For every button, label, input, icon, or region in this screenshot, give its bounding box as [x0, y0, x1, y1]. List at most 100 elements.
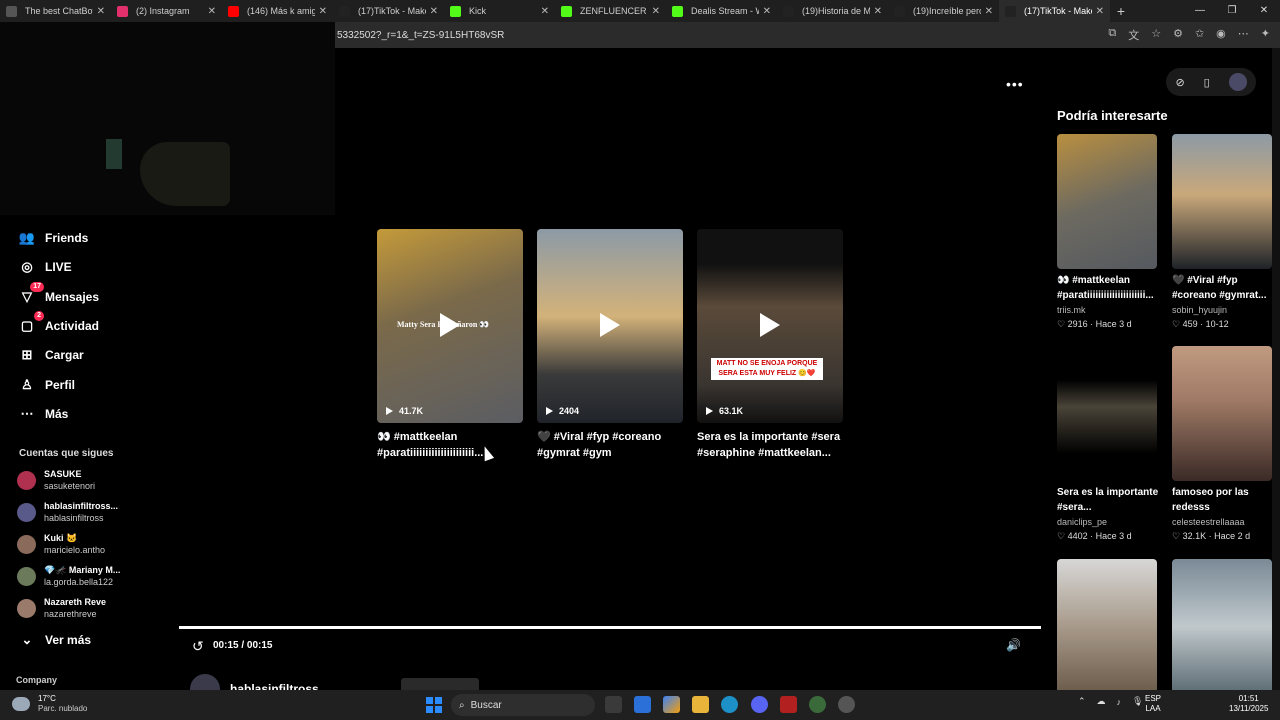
browser-tab[interactable]: The best ChatBot ar ✕ [0, 0, 111, 22]
app-tf-icon[interactable] [780, 696, 797, 713]
sidebar-item-mensajes[interactable]: ▽ 17 Mensajes [18, 282, 99, 306]
minimize-button[interactable]: — [1184, 0, 1216, 22]
see-more-button[interactable]: ⌄ Ver más [18, 631, 92, 649]
extensions-icon[interactable]: ⚙ [1173, 27, 1183, 43]
recommended-item[interactable]: 🖤 #Viral #fyp #coreano #gymrat... sobin_h… [1172, 134, 1273, 331]
replay-icon[interactable]: ↺ [192, 638, 204, 655]
followed-account[interactable]: Kuki 🐱 maricielo.antho [17, 532, 105, 556]
close-tab-icon[interactable]: ✕ [97, 6, 105, 17]
more-options-icon[interactable]: ••• [1006, 76, 1024, 92]
file-explorer-icon[interactable] [692, 696, 709, 713]
discord-icon[interactable] [751, 696, 768, 713]
favorites-icon[interactable]: ✩ [1195, 27, 1204, 43]
close-tab-icon[interactable]: ✕ [1096, 6, 1104, 17]
sidebar-item-live[interactable]: ◎ LIVE [18, 258, 71, 276]
close-tab-icon[interactable]: ✕ [541, 6, 549, 17]
followed-account[interactable]: SASUKE sasuketenori [17, 468, 95, 492]
browser-tab[interactable]: (2) Instagram ✕ [111, 0, 222, 22]
device-icon[interactable]: ▯ [1204, 76, 1210, 89]
play-icon[interactable] [440, 313, 460, 337]
browser-tab[interactable]: ZENFLUENCER Strea ✕ [555, 0, 666, 22]
recommended-thumbnail[interactable] [1172, 346, 1272, 481]
recommended-thumbnail[interactable] [1057, 346, 1157, 481]
maximize-button[interactable]: ❐ [1216, 0, 1248, 22]
video-thumbnail[interactable]: MATT NO SE ENOJA PORQUE SERA ESTA MUY FE… [697, 229, 843, 423]
recommended-item[interactable]: 👀 #mattkeelan #paratiiiiiiiiiiiiiiiiiiii… [1057, 134, 1158, 331]
app-settings-icon[interactable] [838, 696, 855, 713]
browser-tab[interactable]: Kick ✕ [444, 0, 555, 22]
address-bar[interactable]: 5332502?_r=1&_t=ZS-91L5HT68vSR ⧉ 文 ☆ ⚙ ✩… [335, 22, 1280, 48]
sidebar-item-cargar[interactable]: ⊞ Cargar [18, 346, 84, 364]
windows-start-icon[interactable] [426, 697, 442, 713]
recommended-user[interactable]: daniclips_pe [1057, 515, 1158, 529]
recommended-item[interactable]: Sera es la importante #sera... daniclips_… [1057, 346, 1158, 543]
copilot-app-icon[interactable] [663, 696, 680, 713]
close-tab-icon[interactable]: ✕ [208, 6, 216, 17]
menu-dots-icon[interactable]: ⋯ [1238, 27, 1249, 43]
recommended-thumbnail[interactable] [1057, 134, 1157, 269]
followed-account[interactable]: hablasinfiltross... hablasinfiltross [17, 500, 118, 524]
recommended-title[interactable]: famoseo por las redesss [1172, 485, 1274, 515]
browser-tab[interactable]: (146) Más k amigos ✕ [222, 0, 333, 22]
video-description[interactable]: Sera es la importante #sera #seraphine #… [697, 429, 843, 461]
sidebar-item-más[interactable]: ⋯ Más [18, 405, 69, 423]
sidebar-item-friends[interactable]: 👥 Friends [18, 229, 88, 247]
play-icon[interactable] [600, 313, 620, 337]
recommended-thumbnail[interactable] [1172, 559, 1272, 694]
scrollbar[interactable] [1272, 48, 1280, 690]
sidebar-item-perfil[interactable]: ♙ Perfil [18, 376, 75, 394]
user-avatar[interactable] [1228, 73, 1247, 91]
browser-tab[interactable]: (17)TikTok - Make Y ✕ [999, 0, 1110, 22]
browser-tab[interactable]: (19)Historia de Mat ✕ [777, 0, 888, 22]
onedrive-icon[interactable]: ☁ [1097, 696, 1106, 707]
close-tab-icon[interactable]: ✕ [652, 6, 660, 17]
recommended-item[interactable] [1057, 559, 1158, 694]
recommended-thumbnail[interactable] [1057, 559, 1157, 694]
video-description[interactable]: 👀 #mattkeelan #paratiiiiiiiiiiiiiiiiiiii… [377, 429, 523, 461]
tray-chevron-icon[interactable]: ⌃ [1078, 696, 1086, 707]
close-tab-icon[interactable]: ✕ [874, 6, 882, 17]
browser-tab[interactable]: (19)Increíble pero s ✕ [888, 0, 999, 22]
company-link[interactable]: Company [16, 675, 57, 685]
store-icon[interactable] [634, 696, 651, 713]
followed-account[interactable]: 💎🦟 Mariany M... la.gorda.bella122 [17, 564, 120, 588]
video-card[interactable]: 2404 🖤 #Viral #fyp #coreano #gymrat #gym [537, 229, 683, 461]
explore-icon[interactable]: ⊘ [1175, 76, 1184, 89]
browser-tab[interactable]: (17)TikTok - Make Y ✕ [333, 0, 444, 22]
close-tab-icon[interactable]: ✕ [430, 6, 438, 17]
close-window-button[interactable]: ✕ [1248, 0, 1280, 22]
video-card[interactable]: Matty Sera Extrañaron 👀 41.7K 👀 #mattkee… [377, 229, 523, 461]
task-view-icon[interactable] [605, 696, 622, 713]
close-tab-icon[interactable]: ✕ [985, 6, 993, 17]
favorite-star-icon[interactable]: ☆ [1151, 27, 1161, 43]
recommended-user[interactable]: sobin_hyuujin [1172, 303, 1273, 317]
sidebar-item-actividad[interactable]: ▢ 2 Actividad [18, 311, 99, 335]
video-thumbnail[interactable]: Matty Sera Extrañaron 👀 41.7K [377, 229, 523, 423]
recommended-thumbnail[interactable] [1172, 134, 1272, 269]
taskbar-search[interactable]: ⌕ Buscar [451, 694, 595, 716]
edge-icon[interactable] [721, 696, 738, 713]
weather-widget[interactable]: 17°C Parc. nublado [12, 694, 87, 714]
video-thumbnail[interactable]: 2404 [537, 229, 683, 423]
close-tab-icon[interactable]: ✕ [319, 6, 327, 17]
browser-tab[interactable]: Dealis Stream - Wa ✕ [666, 0, 777, 22]
copilot-icon[interactable]: ✦ [1261, 27, 1270, 43]
app-green-icon[interactable] [809, 696, 826, 713]
video-description[interactable]: 🖤 #Viral #fyp #coreano #gymrat #gym [537, 429, 683, 461]
floating-video-overlay[interactable] [0, 22, 335, 215]
system-clock[interactable]: 01:51 13/11/2025 [1229, 694, 1268, 714]
speaker-icon[interactable]: ♪ [1117, 697, 1122, 707]
language-indicator[interactable]: ESP LAA [1145, 694, 1161, 714]
play-icon[interactable] [760, 313, 780, 337]
recommended-title[interactable]: Sera es la importante #sera... [1057, 485, 1159, 515]
recommended-title[interactable]: 🖤 #Viral #fyp #coreano #gymrat... [1172, 273, 1274, 303]
video-card[interactable]: MATT NO SE ENOJA PORQUE SERA ESTA MUY FE… [697, 229, 843, 461]
recommended-item[interactable]: famoseo por las redesss celesteestrellaaa… [1172, 346, 1273, 543]
url-text[interactable]: 5332502?_r=1&_t=ZS-91L5HT68vSR [335, 30, 1108, 41]
followed-account[interactable]: Nazareth Reve nazarethreve [17, 596, 106, 620]
close-tab-icon[interactable]: ✕ [763, 6, 771, 17]
recommended-title[interactable]: 👀 #mattkeelan #paratiiiiiiiiiiiiiiiiiiii… [1057, 273, 1159, 303]
open-app-icon[interactable]: ⧉ [1108, 27, 1116, 43]
recommended-user[interactable]: celesteestrellaaaa [1172, 515, 1273, 529]
profile-icon[interactable]: ◉ [1216, 27, 1226, 43]
